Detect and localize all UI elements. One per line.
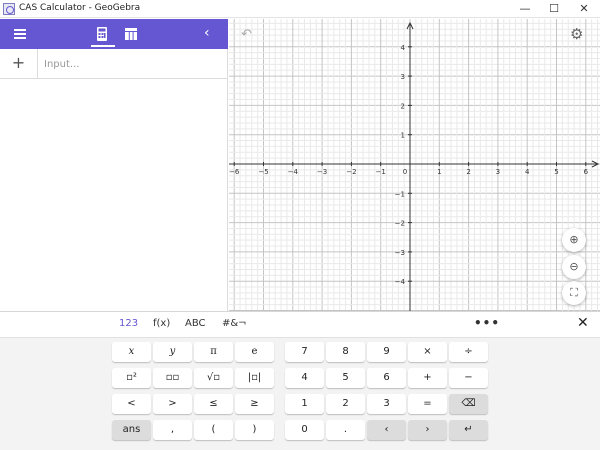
table-icon[interactable] — [121, 25, 141, 43]
window-title: CAS Calculator - GeoGebra — [19, 3, 141, 13]
key-times[interactable]: × — [408, 342, 447, 362]
x-tick-label: −1 — [376, 168, 386, 176]
x-tick-label: −3 — [317, 168, 327, 176]
key-equals[interactable]: = — [408, 394, 447, 414]
key-plus[interactable]: + — [408, 368, 447, 388]
zoom-in-button[interactable]: ⊕ — [562, 228, 586, 252]
origin-label: 0 — [403, 168, 407, 176]
minimize-button[interactable]: — — [512, 1, 538, 16]
key-greater-than[interactable]: > — [153, 394, 192, 414]
key-ans[interactable]: ans — [112, 420, 151, 440]
tab-functions[interactable]: f(x) — [153, 318, 170, 329]
tab-symbols[interactable]: #&¬ — [222, 318, 247, 329]
key-4[interactable]: 4 — [285, 368, 324, 388]
x-tick-label: −6 — [229, 168, 240, 176]
graphics-view[interactable]: −6 −5 −4 −3 −2 −1 0 1 2 3 4 5 6 4 3 2 1 −1 −2 −3 −4 ↶ ⚙ ⊕ ⊖ … — [229, 19, 600, 311]
key-x[interactable]: x — [112, 342, 151, 362]
enter-icon[interactable]: ↵ — [449, 420, 488, 440]
y-tick-label: −2 — [395, 220, 405, 228]
menu-icon[interactable] — [12, 25, 32, 43]
x-tick-label: 6 — [584, 168, 589, 176]
key-y[interactable]: y — [153, 342, 192, 362]
x-tick-label: 2 — [466, 168, 470, 176]
key-sqrt[interactable]: √▫ — [194, 368, 233, 388]
fullscreen-button[interactable]: ⛶ — [562, 281, 586, 305]
key-left-paren[interactable]: ( — [194, 420, 233, 440]
y-tick-label: −3 — [395, 249, 405, 257]
key-minus[interactable]: − — [449, 368, 488, 388]
y-tick-label: 2 — [401, 102, 405, 110]
title-bar: CAS Calculator - GeoGebra — ☐ ✕ — [0, 0, 600, 18]
y-tick-label: −1 — [395, 190, 405, 198]
collapse-panel-button[interactable]: ‹ — [204, 25, 224, 43]
y-tick-label: 1 — [401, 132, 405, 140]
algebra-toolbar: ‹ — [0, 19, 228, 49]
key-3[interactable]: 3 — [367, 394, 406, 414]
maximize-button[interactable]: ☐ — [541, 1, 567, 16]
close-keyboard-button[interactable]: ✕ — [577, 315, 589, 331]
key-e[interactable]: e — [235, 342, 274, 362]
more-options-icon[interactable]: ••• — [474, 316, 500, 330]
zoom-out-button[interactable]: ⊖ — [562, 255, 586, 279]
x-tick-label: −5 — [258, 168, 268, 176]
algebra-input-field[interactable] — [44, 56, 219, 72]
x-tick-label: −4 — [288, 168, 299, 176]
key-1[interactable]: 1 — [285, 394, 324, 414]
key-comma[interactable]: , — [153, 420, 192, 440]
x-tick-label: 1 — [437, 168, 441, 176]
x-tick-label: 3 — [496, 168, 500, 176]
keyboard-tabs: 123 f(x) ABC #&¬ ••• ✕ — [0, 312, 600, 338]
key-6[interactable]: 6 — [367, 368, 406, 388]
key-0[interactable]: 0 — [285, 420, 324, 440]
virtual-keyboard: 123 f(x) ABC #&¬ ••• ✕ x y π e 7 8 9 × ÷… — [0, 311, 600, 450]
key-squared[interactable]: ▫² — [112, 368, 151, 388]
key-2[interactable]: 2 — [326, 394, 365, 414]
y-tick-label: −4 — [395, 278, 406, 286]
settings-gear-icon[interactable]: ⚙ — [570, 25, 583, 43]
calculator-icon[interactable] — [92, 25, 112, 43]
close-window-button[interactable]: ✕ — [570, 1, 598, 16]
key-8[interactable]: 8 — [326, 342, 365, 362]
y-tick-label: 4 — [401, 44, 406, 52]
key-9[interactable]: 9 — [367, 342, 406, 362]
tab-numeric[interactable]: 123 — [119, 318, 138, 329]
key-less-than[interactable]: < — [112, 394, 151, 414]
undo-icon[interactable]: ↶ — [241, 27, 252, 42]
x-tick-label: 5 — [554, 168, 558, 176]
key-power[interactable]: ▫▫ — [153, 368, 192, 388]
key-greater-equal[interactable]: ≥ — [235, 394, 274, 414]
key-less-equal[interactable]: ≤ — [194, 394, 233, 414]
coordinate-grid: −6 −5 −4 −3 −2 −1 0 1 2 3 4 5 6 4 3 2 1 −1 −2 −3 −4 — [229, 19, 600, 311]
add-input-button[interactable]: + — [0, 49, 38, 78]
tab-letters[interactable]: ABC — [185, 318, 206, 329]
x-tick-label: −2 — [346, 168, 356, 176]
cursor-left-icon[interactable]: ‹ — [367, 420, 406, 440]
algebra-panel: ‹ + — [0, 19, 228, 311]
cursor-right-icon[interactable]: › — [408, 420, 447, 440]
y-tick-label: 3 — [401, 73, 405, 81]
key-abs[interactable]: |▫| — [235, 368, 274, 388]
key-5[interactable]: 5 — [326, 368, 365, 388]
key-divide[interactable]: ÷ — [449, 342, 488, 362]
backspace-icon[interactable]: ⌫ — [449, 394, 488, 414]
geogebra-app-icon — [3, 3, 15, 15]
active-view-indicator — [91, 45, 115, 47]
key-right-paren[interactable]: ) — [235, 420, 274, 440]
key-decimal-point[interactable]: . — [326, 420, 365, 440]
x-tick-label: 4 — [525, 168, 530, 176]
algebra-input-row: + — [0, 49, 228, 79]
key-7[interactable]: 7 — [285, 342, 324, 362]
key-pi[interactable]: π — [194, 342, 233, 362]
